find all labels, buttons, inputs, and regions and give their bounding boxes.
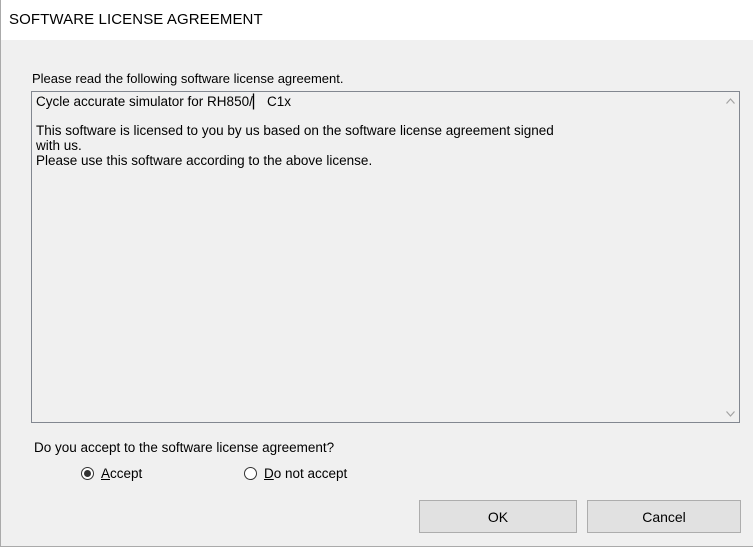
do-not-accept-label-rest: o not accept — [273, 466, 348, 481]
license-blank-line — [36, 109, 696, 123]
license-dialog: SOFTWARE LICENSE AGREEMENT Please read t… — [0, 0, 753, 547]
ok-button[interactable]: OK — [419, 500, 577, 533]
license-textbox[interactable]: Cycle accurate simulator for RH850/▏ C1x… — [31, 91, 740, 423]
title-bar[interactable]: SOFTWARE LICENSE AGREEMENT — [1, 0, 753, 40]
vertical-scrollbar[interactable] — [722, 92, 739, 422]
license-line: Cycle accurate simulator for RH850/▏ C1x — [36, 94, 291, 109]
license-text: Cycle accurate simulator for RH850/▏ C1x… — [36, 94, 696, 168]
do-not-accept-label: Do not accept — [264, 466, 347, 481]
intro-label: Please read the following software licen… — [32, 71, 344, 86]
window-title: SOFTWARE LICENSE AGREEMENT — [9, 11, 263, 28]
accept-label: Accept — [101, 466, 142, 481]
do-not-accept-mnemonic: D — [264, 466, 274, 481]
accept-mnemonic: A — [101, 466, 111, 481]
accept-radio[interactable] — [81, 467, 94, 480]
chevron-up-icon[interactable] — [722, 92, 739, 109]
accept-label-rest: ccept — [110, 466, 143, 481]
license-line: Please use this software according to th… — [36, 153, 373, 168]
question-label: Do you accept to the software license ag… — [34, 440, 335, 455]
accept-radio-option[interactable]: Accept — [81, 466, 142, 481]
license-line: with us. — [36, 138, 82, 153]
do-not-accept-radio[interactable] — [244, 467, 257, 480]
do-not-accept-radio-option[interactable]: Do not accept — [244, 466, 347, 481]
license-line: This software is licensed to you by us b… — [36, 123, 554, 138]
cancel-button[interactable]: Cancel — [587, 500, 741, 533]
chevron-down-icon[interactable] — [722, 405, 739, 422]
